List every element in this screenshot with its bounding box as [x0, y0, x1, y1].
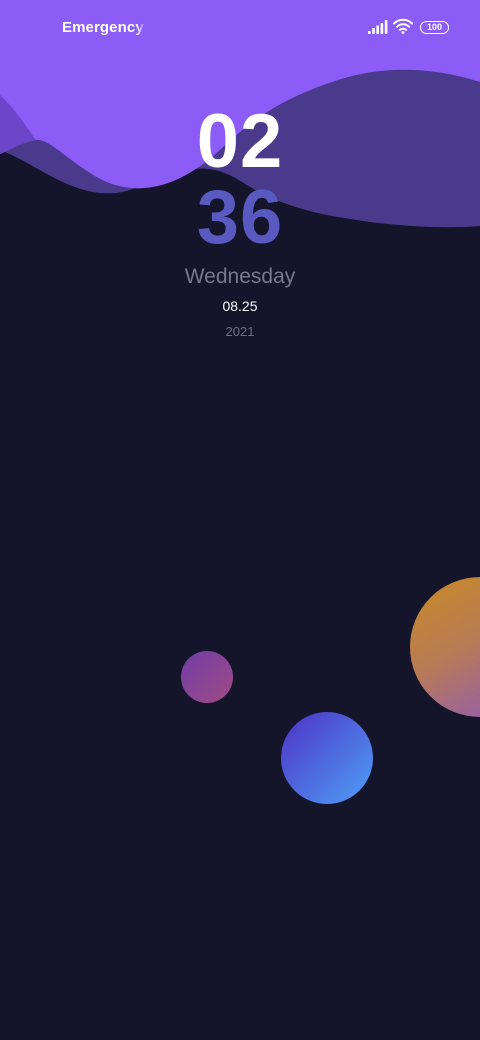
signal-bars-icon	[368, 20, 388, 34]
clock-minutes: 36	[196, 175, 284, 260]
wallpaper-bubble-orange	[410, 577, 480, 717]
lock-screen: Emergency c 100 02 36 Wednesday 08.25 20…	[0, 0, 480, 1040]
status-bar: Emergency c 100	[0, 0, 480, 56]
battery-level: 100	[426, 22, 443, 32]
wallpaper-bubble-small	[181, 651, 233, 703]
weekday-label: Wednesday	[184, 265, 296, 288]
battery-indicator: 100	[420, 21, 449, 34]
wifi-icon	[393, 18, 413, 34]
wallpaper-bubble-blue	[281, 712, 373, 804]
clock-hours: 02	[196, 99, 284, 184]
year-label: 2021	[225, 324, 255, 339]
date-label: 08.25	[222, 298, 258, 314]
carrier-label: Emergency c	[62, 19, 146, 36]
